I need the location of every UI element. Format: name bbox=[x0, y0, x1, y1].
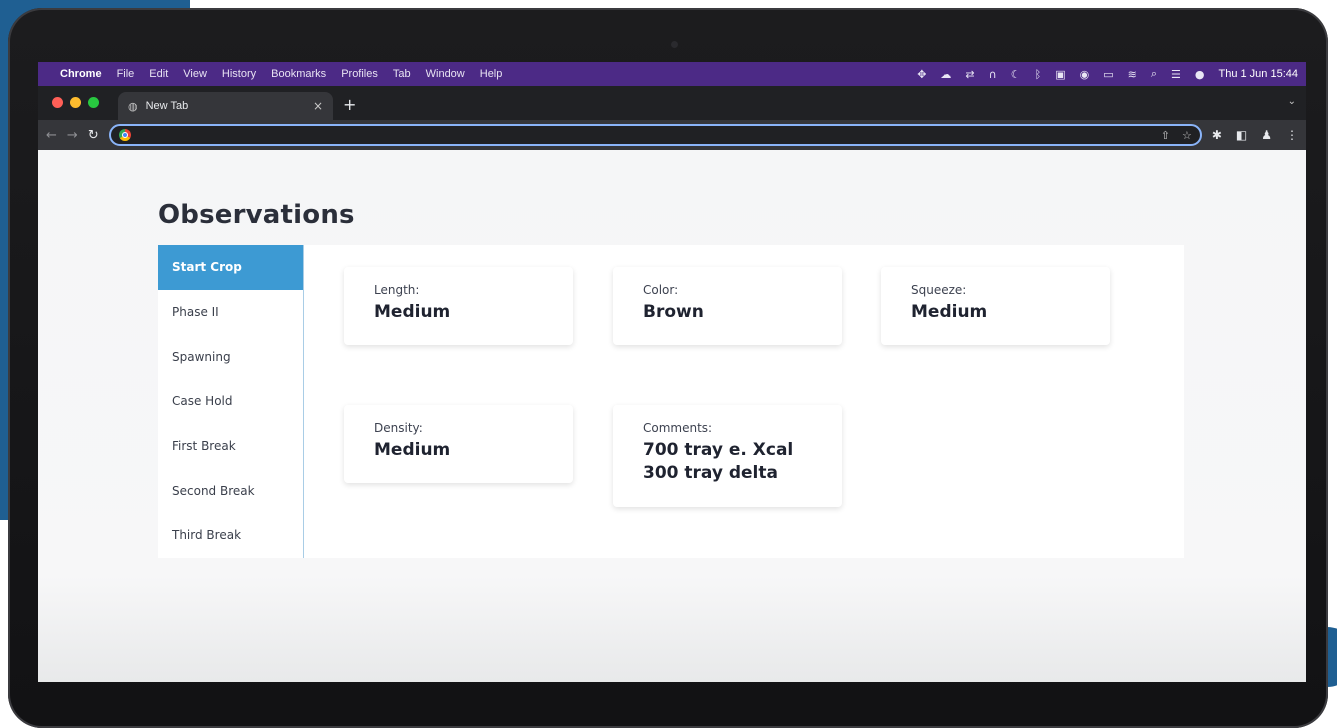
sidebar-item-third-break[interactable]: Third Break bbox=[158, 513, 303, 558]
control-center-icon[interactable]: ☰ bbox=[1171, 68, 1181, 81]
menu-edit[interactable]: Edit bbox=[149, 68, 168, 80]
share-icon[interactable]: ⇄ bbox=[965, 68, 974, 81]
keyboard-icon[interactable]: ▣ bbox=[1055, 68, 1065, 81]
squeeze-value: Medium bbox=[911, 302, 988, 322]
menubar-clock[interactable]: Thu 1 Jun 15:44 bbox=[1218, 68, 1298, 80]
density-label: Density: bbox=[374, 421, 423, 435]
creative-cloud-icon[interactable]: ☁ bbox=[940, 68, 951, 81]
menu-window[interactable]: Window bbox=[426, 68, 465, 80]
menu-file[interactable]: File bbox=[117, 68, 135, 80]
menu-view[interactable]: View bbox=[183, 68, 207, 80]
length-card: Length: Medium bbox=[344, 267, 573, 345]
record-icon[interactable]: ◉ bbox=[1080, 68, 1090, 81]
sidebar-item-first-break[interactable]: First Break bbox=[158, 424, 303, 469]
share-page-icon[interactable]: ⇧ bbox=[1161, 129, 1170, 142]
dropbox-icon[interactable]: ✥ bbox=[917, 68, 926, 81]
reload-icon[interactable]: ↻ bbox=[88, 128, 99, 143]
menu-help[interactable]: Help bbox=[480, 68, 503, 80]
close-window-button[interactable] bbox=[52, 97, 63, 108]
length-label: Length: bbox=[374, 283, 420, 297]
google-icon bbox=[118, 129, 131, 141]
forward-icon[interactable]: → bbox=[67, 128, 78, 143]
comments-label: Comments: bbox=[643, 421, 713, 435]
squeeze-label: Squeeze: bbox=[911, 283, 967, 297]
wifi-icon[interactable]: ≋ bbox=[1128, 68, 1137, 81]
omnibox-actions: ⇧ ☆ bbox=[1161, 129, 1192, 142]
moon-icon[interactable]: ☾ bbox=[1011, 68, 1021, 81]
laptop-screen: Chrome File Edit View History Bookmarks … bbox=[38, 62, 1306, 682]
sidebar-item-phase-ii[interactable]: Phase II bbox=[158, 290, 303, 335]
menu-profiles[interactable]: Profiles bbox=[341, 68, 378, 80]
new-tab-button[interactable]: + bbox=[343, 95, 356, 114]
address-bar[interactable]: ⇧ ☆ bbox=[108, 124, 1202, 146]
camera-icon bbox=[671, 41, 678, 48]
chrome-toolbar: ← → ↻ ⇧ ☆ ✱ ◧ ♟ ⋮ bbox=[38, 120, 1306, 150]
tab-search-chevron-icon[interactable]: ⌄ bbox=[1288, 96, 1296, 107]
back-icon[interactable]: ← bbox=[46, 128, 57, 143]
sidebar-item-spawning[interactable]: Spawning bbox=[158, 334, 303, 379]
page-title: Observations bbox=[158, 200, 355, 230]
color-card: Color: Brown bbox=[613, 267, 842, 345]
tab-new-tab[interactable]: ◍ New Tab × bbox=[118, 92, 333, 120]
extensions-puzzle-icon[interactable]: ✱ bbox=[1212, 128, 1222, 142]
stage-sidebar: Start Crop Phase II Spawning Case Hold F… bbox=[158, 245, 304, 558]
color-label: Color: bbox=[643, 283, 679, 297]
search-icon[interactable]: ⌕ bbox=[1151, 67, 1157, 81]
density-card: Density: Medium bbox=[344, 405, 573, 483]
color-value: Brown bbox=[643, 302, 704, 322]
close-tab-icon[interactable]: × bbox=[313, 99, 323, 113]
macos-menu-bar: Chrome File Edit View History Bookmarks … bbox=[38, 62, 1306, 86]
battery-icon[interactable]: ▭ bbox=[1103, 68, 1113, 81]
density-value: Medium bbox=[374, 440, 451, 460]
length-value: Medium bbox=[374, 302, 451, 322]
siri-icon[interactable]: ● bbox=[1195, 68, 1205, 81]
status-tray: ✥ ☁ ⇄ ∩ ☾ ᛒ ▣ ◉ ▭ ≋ ⌕ ☰ ● bbox=[917, 67, 1204, 81]
menu-history[interactable]: History bbox=[222, 68, 256, 80]
zoom-window-button[interactable] bbox=[88, 97, 99, 108]
side-panel-icon[interactable]: ◧ bbox=[1236, 128, 1247, 142]
more-menu-icon[interactable]: ⋮ bbox=[1286, 128, 1298, 142]
chrome-tab-strip: ◍ New Tab × + ⌄ bbox=[38, 86, 1306, 120]
bluetooth-icon[interactable]: ᛒ bbox=[1035, 68, 1042, 81]
profile-icon[interactable]: ♟ bbox=[1261, 128, 1272, 142]
menu-app-name[interactable]: Chrome bbox=[60, 68, 102, 80]
comments-card: Comments: 700 tray e. Xcal 300 tray delt… bbox=[613, 405, 842, 507]
headphones-icon[interactable]: ∩ bbox=[989, 68, 997, 81]
observations-page: Observations Start Crop Phase II Spawnin… bbox=[38, 150, 1306, 682]
extension-actions: ✱ ◧ ♟ ⋮ bbox=[1212, 128, 1298, 142]
tab-title: New Tab bbox=[145, 100, 189, 112]
sidebar-item-case-hold[interactable]: Case Hold bbox=[158, 379, 303, 424]
window-controls bbox=[52, 97, 99, 108]
bookmark-star-icon[interactable]: ☆ bbox=[1182, 129, 1192, 142]
comments-value: 700 tray e. Xcal 300 tray delta bbox=[643, 440, 794, 483]
chrome-favicon-icon: ◍ bbox=[128, 99, 138, 113]
menu-tab[interactable]: Tab bbox=[393, 68, 411, 80]
menu-bookmarks[interactable]: Bookmarks bbox=[271, 68, 326, 80]
squeeze-card: Squeeze: Medium bbox=[881, 267, 1110, 345]
sidebar-item-second-break[interactable]: Second Break bbox=[158, 468, 303, 513]
sidebar-item-start-crop[interactable]: Start Crop bbox=[158, 245, 303, 290]
observations-panel: Start Crop Phase II Spawning Case Hold F… bbox=[158, 245, 1184, 558]
minimize-window-button[interactable] bbox=[70, 97, 81, 108]
